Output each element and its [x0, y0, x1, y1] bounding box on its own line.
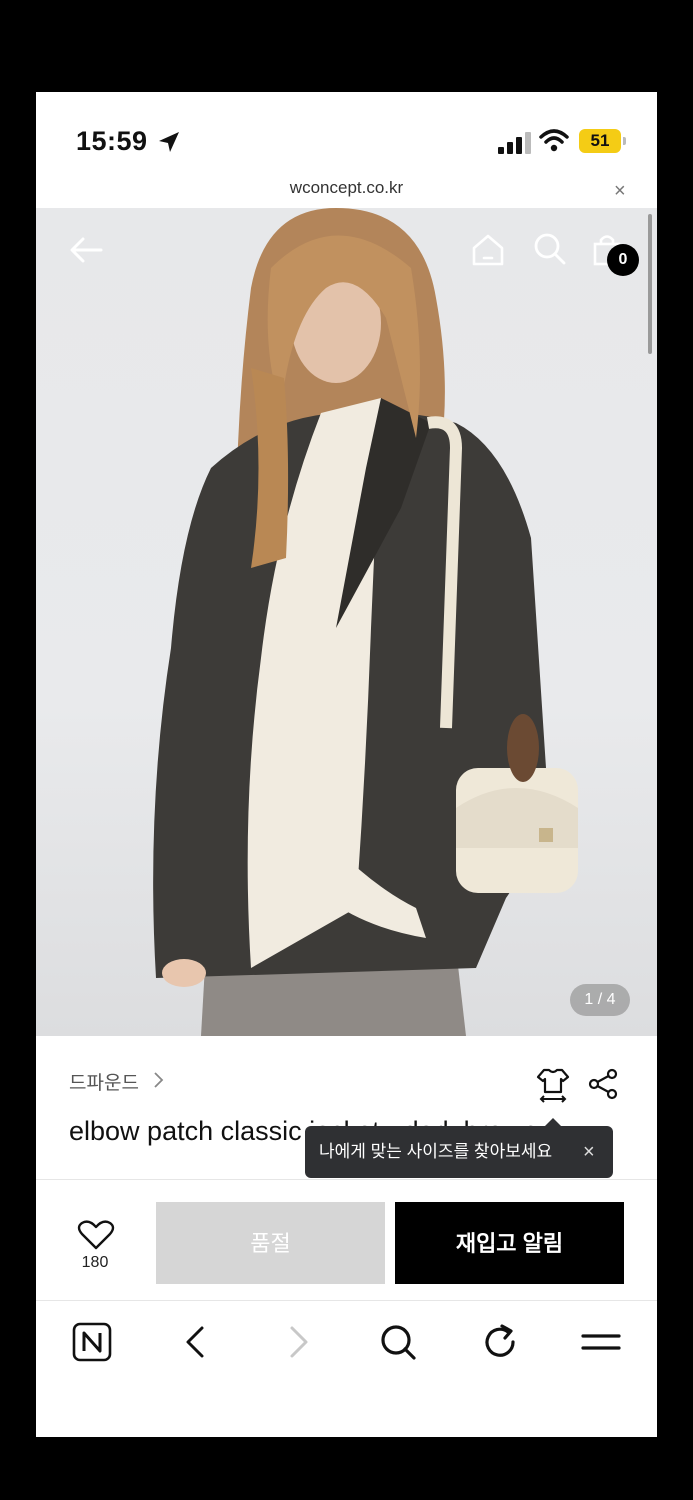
reload-icon[interactable]: [480, 1322, 520, 1362]
search-icon[interactable]: [378, 1322, 418, 1362]
url-text[interactable]: wconcept.co.kr: [36, 178, 657, 198]
wifi-icon: [539, 129, 569, 152]
tooltip-arrow: [545, 1118, 561, 1126]
page-scrollbar[interactable]: [648, 214, 652, 354]
chevron-right-icon[interactable]: [152, 1071, 164, 1089]
wish-count: 180: [81, 1254, 109, 1271]
battery-indicator: 51: [579, 129, 627, 155]
model-photo: [153, 208, 578, 1036]
size-guide-icon[interactable]: [535, 1066, 571, 1104]
close-icon[interactable]: ×: [614, 180, 626, 203]
battery-level: 51: [579, 129, 621, 153]
search-icon[interactable]: [533, 232, 567, 266]
restock-alert-button[interactable]: 재입고 알림: [395, 1202, 624, 1284]
divider: [36, 1179, 657, 1180]
tooltip-text: 나에게 맞는 사이즈를 찾아보세요: [319, 1142, 553, 1161]
signal-icon: [498, 132, 531, 154]
status-time: 15:59: [76, 126, 148, 156]
back-arrow-icon[interactable]: [68, 232, 104, 268]
chevron-right-icon[interactable]: [278, 1322, 318, 1362]
menu-icon[interactable]: [581, 1322, 621, 1362]
divider: [36, 1300, 657, 1301]
home-icon[interactable]: [470, 232, 506, 268]
soldout-button[interactable]: 품절: [156, 1202, 385, 1284]
cart-count-badge[interactable]: 0: [607, 244, 639, 276]
size-tooltip[interactable]: 나에게 맞는 사이즈를 찾아보세요 ×: [305, 1118, 613, 1178]
image-counter: 1 / 4: [570, 984, 630, 1016]
battery-nub: [623, 137, 626, 145]
naver-icon[interactable]: [72, 1322, 112, 1362]
phone-screen: 15:59 51 wconcept.co.kr × 0 1 / 4 드파운드 e…: [36, 92, 657, 1437]
status-bar: 15:59 51: [36, 92, 657, 178]
location-arrow-icon: [159, 132, 179, 152]
brand-link[interactable]: 드파운드: [69, 1068, 139, 1095]
tooltip-close-icon[interactable]: ×: [583, 1126, 595, 1178]
chevron-left-icon[interactable]: [176, 1322, 216, 1362]
heart-icon[interactable]: [76, 1220, 116, 1250]
browser-url-bar[interactable]: wconcept.co.kr ×: [36, 178, 657, 208]
product-image[interactable]: 0 1 / 4: [36, 208, 657, 1036]
share-icon[interactable]: [587, 1068, 619, 1100]
